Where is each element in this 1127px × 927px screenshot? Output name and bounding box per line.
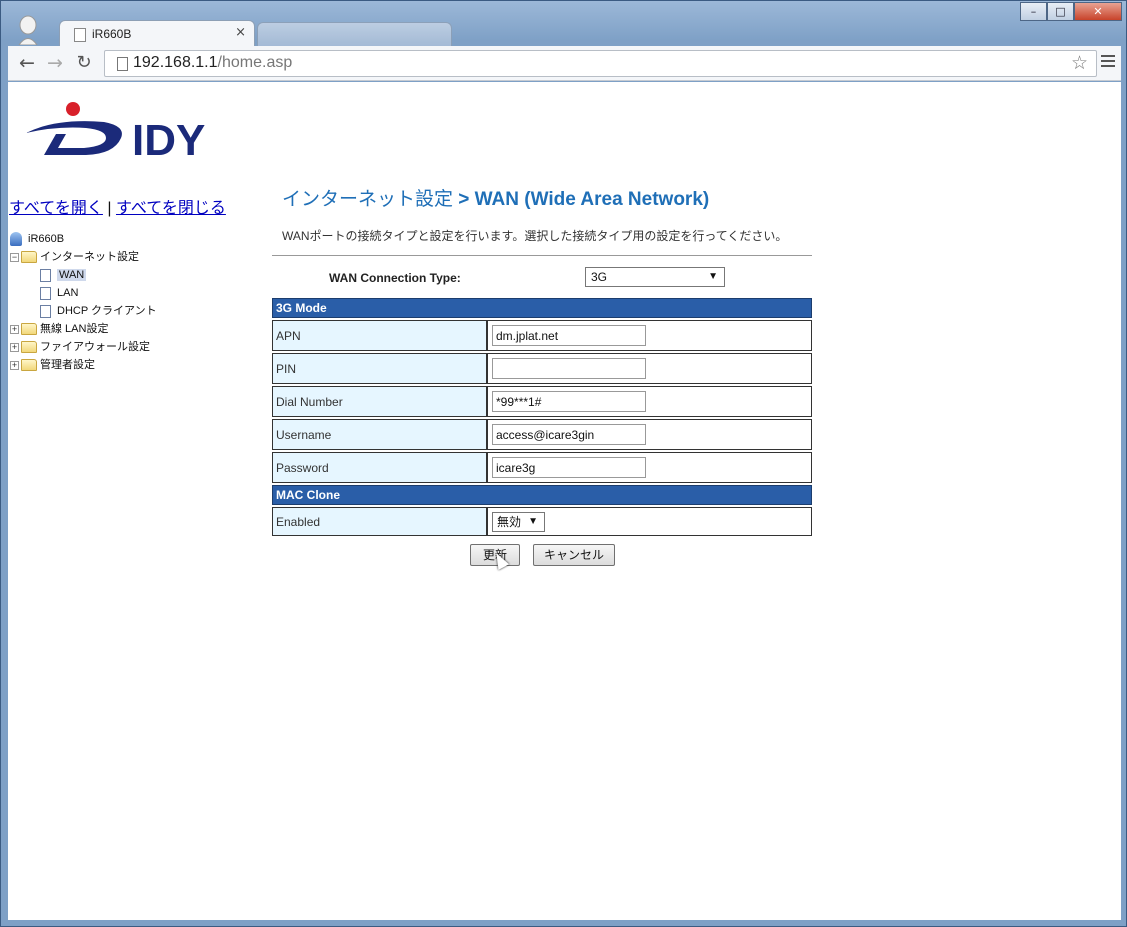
connection-type-select[interactable]: 3G ▼ — [585, 267, 725, 287]
username-label: Username — [272, 419, 487, 450]
table-row: Password — [272, 452, 812, 483]
table-row: Username — [272, 419, 812, 450]
main-content: インターネット設定 > WAN (Wide Area Network) WANポ… — [272, 184, 812, 572]
expand-icon[interactable]: + — [10, 342, 19, 352]
folder-open-icon — [21, 251, 37, 264]
tree-root[interactable]: iR660B — [10, 230, 157, 248]
table-row: PIN — [272, 353, 812, 384]
minimize-button[interactable]: – — [1020, 2, 1047, 21]
mac-clone-enabled-select[interactable]: 無効 ▼ — [492, 511, 545, 532]
tree-separator: | — [107, 200, 112, 217]
folder-icon — [21, 359, 37, 372]
connection-type-label: WAN Connection Type: — [329, 271, 461, 285]
close-window-button[interactable]: ✕ — [1074, 2, 1122, 21]
password-input[interactable] — [492, 457, 646, 478]
cancel-button[interactable]: キャンセル — [533, 544, 615, 566]
profile-icon[interactable] — [15, 15, 41, 45]
tab-title: iR660B — [92, 27, 132, 41]
idy-logo: IDY — [26, 102, 205, 162]
enabled-label: Enabled — [272, 507, 487, 536]
username-input[interactable] — [492, 424, 646, 445]
table-row: Enabled 無効 ▼ — [272, 507, 812, 536]
tree-item-dhcp-client[interactable]: DHCP クライアント — [10, 302, 157, 320]
section-3g-mode: 3G Mode — [272, 298, 812, 318]
pin-label: PIN — [272, 353, 487, 384]
dial-number-input[interactable] — [492, 391, 646, 412]
page-title: インターネット設定 > WAN (Wide Area Network) — [282, 189, 710, 210]
address-bar[interactable]: 192.168.1.1/home.asp ☆ — [104, 50, 1097, 77]
reload-icon[interactable]: ↻ — [73, 52, 95, 74]
browser-window: iR660B × – □ ✕ ← → ↻ 192.168.1.1/home.as… — [0, 0, 1127, 927]
header-banner: IDY — [8, 82, 908, 182]
window-controls: – □ ✕ — [1020, 2, 1122, 22]
tree-item-firewall[interactable]: + ファイアウォール設定 — [10, 338, 157, 356]
dial-number-label: Dial Number — [272, 386, 487, 417]
connection-type-row: WAN Connection Type: 3G ▼ — [272, 256, 812, 296]
page-icon — [117, 57, 128, 71]
browser-toolbar: ← → ↻ 192.168.1.1/home.asp ☆ — [8, 46, 1121, 81]
page-icon — [40, 304, 51, 318]
section-mac-clone: MAC Clone — [272, 485, 812, 505]
page-icon — [74, 28, 86, 42]
folder-icon — [21, 323, 37, 336]
dropdown-arrow-icon: ▼ — [708, 271, 718, 282]
maximize-button[interactable]: □ — [1047, 2, 1074, 21]
password-label: Password — [272, 452, 487, 483]
table-row: APN — [272, 320, 812, 351]
tree-item-lan[interactable]: LAN — [10, 284, 157, 302]
expand-icon[interactable]: + — [10, 360, 19, 370]
tab-active[interactable]: iR660B × — [59, 20, 255, 48]
url-text: 192.168.1.1/home.asp — [133, 54, 293, 71]
tab-strip: iR660B × – □ ✕ — [1, 1, 1127, 48]
page-viewport: IDY すべてを開く | すべてを閉じる iR660B − インターネット設定 W… — [8, 82, 1121, 920]
collapse-all-link[interactable]: すべてを閉じる — [116, 200, 226, 217]
page-icon — [40, 268, 51, 282]
folder-icon — [21, 341, 37, 354]
expand-icon[interactable]: + — [10, 324, 19, 334]
tree-controls: すべてを開く | すべてを閉じる — [9, 194, 226, 218]
close-tab-icon[interactable]: × — [235, 25, 246, 40]
table-row: Dial Number — [272, 386, 812, 417]
apn-input[interactable] — [492, 325, 646, 346]
menu-icon[interactable] — [1101, 55, 1115, 70]
page-description: WANポートの接続タイプと設定を行います。選択した接続タイプ用の設定を行ってくだ… — [282, 229, 788, 243]
tree-item-admin[interactable]: + 管理者設定 — [10, 356, 157, 374]
pin-input[interactable] — [492, 358, 646, 379]
apn-label: APN — [272, 320, 487, 351]
tree-item-wireless-lan[interactable]: + 無線 LAN設定 — [10, 320, 157, 338]
form-buttons: 更新 キャンセル — [272, 542, 812, 572]
page-icon — [40, 286, 51, 300]
tree-item-wan[interactable]: WAN — [10, 266, 157, 284]
collapse-icon[interactable]: − — [10, 252, 19, 262]
forward-icon[interactable]: → — [44, 52, 66, 74]
back-icon[interactable]: ← — [16, 52, 38, 74]
tab-new[interactable] — [257, 22, 452, 46]
bookmark-star-icon[interactable]: ☆ — [1071, 52, 1088, 74]
svg-text:IDY: IDY — [132, 116, 205, 162]
router-icon — [10, 232, 22, 247]
tree-item-internet-settings[interactable]: − インターネット設定 — [10, 248, 157, 266]
expand-all-link[interactable]: すべてを開く — [9, 200, 103, 217]
settings-table: 3G Mode APN PIN Dial Number Username — [272, 296, 812, 538]
dropdown-arrow-icon: ▼ — [528, 515, 538, 527]
nav-tree: iR660B − インターネット設定 WAN LAN DHCP クライアント + 無… — [10, 230, 157, 374]
